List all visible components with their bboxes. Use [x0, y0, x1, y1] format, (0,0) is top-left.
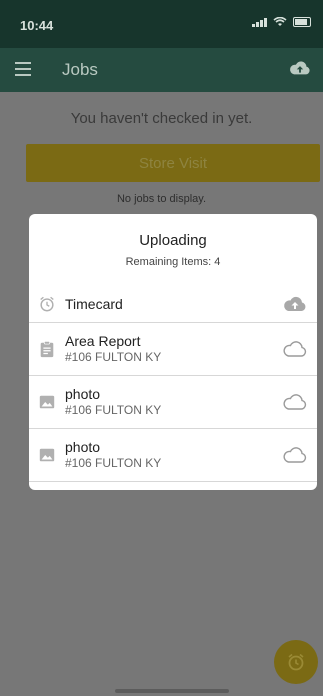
empty-jobs-message: No jobs to display. — [116, 193, 207, 205]
app-screen: 10:44 Jobs You haven't checked in yet. S… — [0, 0, 323, 696]
upload-item-name: Area Report — [65, 333, 141, 349]
cloud-upload-icon[interactable] — [289, 60, 311, 76]
hamburger-icon[interactable] — [15, 62, 31, 76]
upload-item-text: Timecard — [65, 296, 123, 312]
battery-icon — [293, 17, 311, 27]
upload-item-text: photo #106 FULTON KY — [65, 386, 161, 418]
modal-subtitle: Remaining Items: 4 — [125, 256, 221, 268]
home-indicator — [115, 689, 229, 693]
upload-item-name: photo — [65, 386, 101, 402]
wifi-icon — [273, 17, 287, 26]
upload-item-photo[interactable]: photo #106 FULTON KY — [29, 376, 317, 429]
store-visit-label: Store Visit — [138, 154, 208, 172]
modal-title: Uploading — [139, 232, 207, 249]
checkin-message: You haven't checked in yet. — [70, 110, 253, 127]
app-bar: Jobs — [0, 48, 323, 92]
status-icons — [252, 17, 311, 27]
upload-item-location: #106 FULTON KY — [65, 403, 162, 417]
upload-item-photo[interactable]: photo #106 FULTON KY — [29, 429, 317, 482]
upload-item-text: Area Report #106 FULTON KY — [65, 333, 161, 365]
status-bar: 10:44 — [0, 0, 323, 48]
store-visit-button[interactable]: Store Visit — [26, 144, 320, 182]
status-time: 10:44 — [20, 18, 54, 33]
upload-item-timecard[interactable]: Timecard — [29, 286, 317, 323]
image-icon — [39, 395, 55, 409]
upload-item-name: photo — [65, 439, 101, 455]
upload-item-location: #106 FULTON KY — [65, 350, 162, 364]
cloud-outline-icon — [283, 341, 307, 357]
cloud-outline-icon — [283, 447, 307, 463]
timecard-fab[interactable] — [274, 640, 318, 684]
image-icon — [39, 448, 55, 462]
alarm-clock-icon — [288, 653, 304, 671]
upload-list: Timecard Area Report #106 FULTON KY phot… — [29, 286, 317, 482]
upload-item-text: photo #106 FULTON KY — [65, 439, 161, 471]
upload-item-location: #106 FULTON KY — [65, 456, 162, 470]
upload-item-area-report[interactable]: Area Report #106 FULTON KY — [29, 323, 317, 376]
uploading-modal: Uploading Remaining Items: 4 Timecard Ar… — [29, 214, 317, 490]
signal-icon — [252, 17, 267, 27]
cloud-upload-filled-icon — [284, 296, 306, 311]
page-title: Jobs — [62, 60, 98, 79]
cloud-outline-icon — [283, 394, 307, 410]
clipboard-icon — [40, 340, 54, 358]
alarm-clock-icon — [40, 296, 54, 312]
upload-item-name: Timecard — [65, 296, 123, 312]
